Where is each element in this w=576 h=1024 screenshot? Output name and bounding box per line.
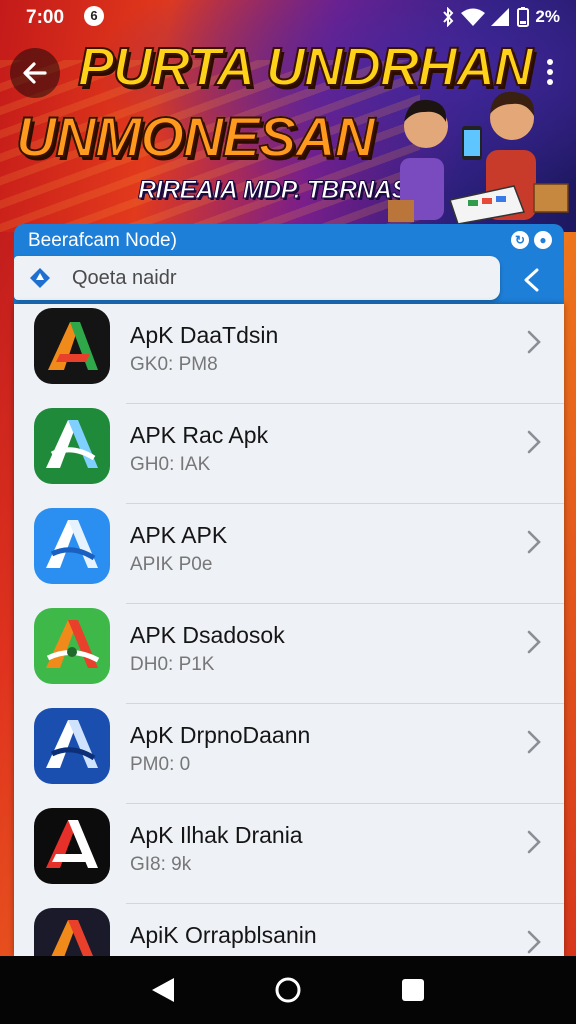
app-list: ApK DaaTdsin GK0: PM8 APK Rac Apk GH0: I… bbox=[14, 304, 564, 956]
lock-icon: ● bbox=[534, 231, 552, 249]
blue-a-logo-icon bbox=[34, 508, 110, 584]
chevron-right-icon bbox=[527, 330, 541, 354]
nav-home-button[interactable] bbox=[260, 962, 316, 1018]
app-store-icon bbox=[30, 268, 50, 288]
battery-icon bbox=[517, 7, 530, 27]
nav-back-button[interactable] bbox=[135, 962, 191, 1018]
chevron-left-icon bbox=[524, 268, 539, 292]
more-options-button[interactable] bbox=[538, 52, 562, 92]
green-a-logo-icon bbox=[34, 408, 110, 484]
square-recents-icon bbox=[402, 979, 425, 1001]
chevron-right-icon bbox=[527, 830, 541, 854]
search-heading: Beerafcam Node) bbox=[28, 230, 177, 251]
list-item[interactable]: APK Rac Apk GH0: IAK bbox=[14, 404, 564, 504]
sync-icon: ↻ bbox=[511, 231, 529, 249]
search-input[interactable] bbox=[72, 256, 472, 300]
app-detail: DH0: P1K bbox=[130, 654, 215, 675]
circle-home-icon bbox=[275, 977, 301, 1003]
lightgreen-a-logo-icon bbox=[34, 608, 110, 684]
status-time: 7:00 bbox=[26, 7, 65, 28]
bluetooth-icon bbox=[443, 7, 454, 27]
black-red-a-logo-icon bbox=[34, 808, 110, 884]
dark-orange-a-logo-icon bbox=[34, 908, 110, 956]
status-icons: 2% bbox=[441, 6, 560, 28]
banner-illustration bbox=[388, 91, 569, 225]
app-name: ApiK Orrapblsanin bbox=[130, 922, 317, 948]
app-name: APK APK bbox=[130, 522, 228, 548]
app-name: ApK DrpnoDaann bbox=[130, 722, 311, 748]
more-vertical-icon bbox=[547, 59, 553, 65]
list-item[interactable]: ApK DaaTdsin GK0: PM8 bbox=[14, 304, 564, 404]
app-name: ApK Ilhak Drania bbox=[130, 822, 303, 848]
chevron-right-icon bbox=[527, 430, 541, 454]
chevron-right-icon bbox=[527, 530, 541, 554]
hero-banner: 7:00 6 2% PURTA UNDRHAN UNMONESAN RIREAI… bbox=[0, 0, 576, 232]
app-name: APK Dsadosok bbox=[130, 622, 285, 648]
search-card: Beerafcam Node) ↻ ● bbox=[14, 224, 564, 304]
collapse-button[interactable] bbox=[500, 256, 564, 304]
list-item[interactable]: APK Dsadosok DH0: P1K bbox=[14, 604, 564, 704]
nav-recents-button[interactable] bbox=[385, 962, 441, 1018]
battery-percent: 2% bbox=[535, 7, 560, 26]
app-name: ApK DaaTdsin bbox=[130, 322, 279, 348]
app-detail: APIK P0e bbox=[130, 554, 213, 575]
banner-title-line-2: UNMONESAN bbox=[15, 104, 376, 169]
dark-a-logo-icon bbox=[34, 308, 110, 384]
banner-subtitle: RIREAIA MDP. TBRNAS bbox=[138, 176, 409, 205]
wifi-icon bbox=[461, 8, 486, 26]
app-detail: GI8: 9k bbox=[130, 854, 192, 875]
chevron-right-icon bbox=[527, 730, 541, 754]
notification-icon: 6 bbox=[84, 6, 104, 26]
search-box[interactable] bbox=[14, 256, 500, 300]
chevron-right-icon bbox=[527, 630, 541, 654]
chevron-right-icon bbox=[527, 930, 541, 954]
navy-a-logo-icon bbox=[34, 708, 110, 784]
status-bar: 7:00 6 2% bbox=[0, 0, 576, 34]
system-nav-bar bbox=[0, 956, 576, 1024]
app-detail: GK0: PM8 bbox=[130, 354, 218, 375]
list-item[interactable]: ApiK Orrapblsanin bbox=[14, 904, 564, 956]
triangle-back-icon bbox=[151, 978, 174, 1002]
arrow-left-icon bbox=[23, 62, 47, 84]
list-item[interactable]: APK APK APIK P0e bbox=[14, 504, 564, 604]
app-detail: GH0: IAK bbox=[130, 454, 211, 475]
app-detail: PM0: 0 bbox=[130, 754, 191, 775]
app-name: APK Rac Apk bbox=[130, 422, 269, 448]
back-button[interactable] bbox=[10, 48, 60, 98]
list-item[interactable]: ApK Ilhak Drania GI8: 9k bbox=[14, 804, 564, 904]
list-item[interactable]: ApK DrpnoDaann PM0: 0 bbox=[14, 704, 564, 804]
header-status-icons: ↻ ● bbox=[511, 231, 552, 249]
signal-icon bbox=[491, 8, 510, 26]
